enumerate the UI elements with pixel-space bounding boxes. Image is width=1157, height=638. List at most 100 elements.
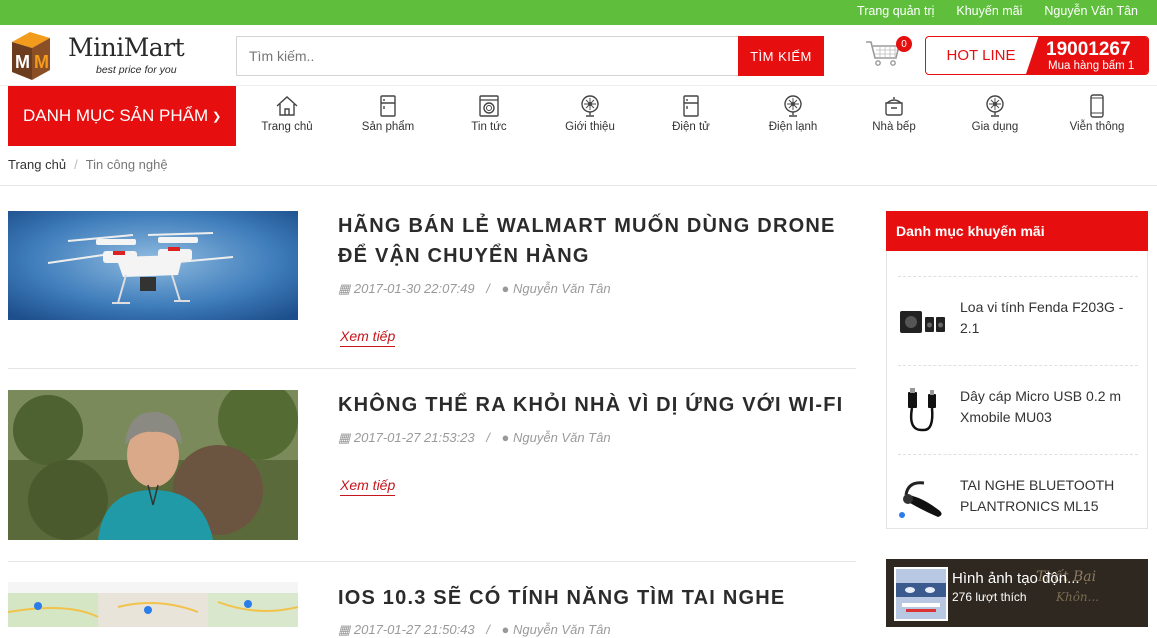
article-title[interactable]: KHÔNG THỂ RA KHỎI NHÀ VÌ DỊ ỨNG VỚI WI-F… — [338, 390, 848, 420]
article-title[interactable]: IOS 10.3 SẼ CÓ TÍNH NĂNG TÌM TAI NGHE — [338, 583, 848, 613]
nav-item-label: Nhà bếp — [872, 121, 916, 133]
cart-count-badge: 0 — [896, 36, 912, 52]
promo-item-name: Loa vi tính Fenda F203G - 2.1 — [960, 299, 1124, 336]
fan-icon — [986, 95, 1004, 117]
fan-icon — [784, 95, 802, 117]
article-title[interactable]: HÃNG BÁN LẺ WALMART MUỐN DÙNG DRONE ĐỂ V… — [338, 211, 848, 271]
read-more-link[interactable]: Xem tiếp — [340, 477, 396, 496]
nav-item-kitchen[interactable]: Nhà bếp — [844, 86, 944, 146]
promo-item[interactable]: Loa vi tính Fenda F203G - 2.1 — [898, 276, 1138, 365]
map-screenshot-image — [8, 582, 298, 627]
nav-item-electronics[interactable]: Điện tử — [641, 86, 741, 146]
fan-icon — [581, 95, 599, 117]
article-item: KHÔNG THỂ RA KHỎI NHÀ VÌ DỊ ỨNG VỚI WI-F… — [8, 390, 856, 540]
user-icon: ● — [501, 622, 510, 637]
breadcrumb-home[interactable]: Trang chủ — [8, 157, 66, 172]
home-icon — [276, 96, 298, 116]
meta-separator: / — [486, 281, 490, 296]
promotion-link[interactable]: Khuyến mãi — [956, 4, 1022, 18]
nav-item-products[interactable]: Sản phẩm — [338, 86, 438, 146]
fridge-icon — [380, 95, 396, 117]
logo-tagline: best price for you — [96, 64, 177, 76]
cart-button[interactable]: 0 — [864, 36, 914, 70]
user-link[interactable]: Nguyễn Văn Tân — [1044, 4, 1138, 18]
user-icon: ● — [501, 430, 510, 445]
article-item: HÃNG BÁN LẺ WALMART MUỐN DÙNG DRONE ĐỂ V… — [8, 211, 856, 347]
nav-item-cooling[interactable]: Điện lạnh — [743, 86, 843, 146]
search-input[interactable] — [237, 37, 739, 75]
article-thumbnail[interactable] — [8, 582, 298, 627]
bluetooth-headset-image — [899, 481, 942, 518]
article-meta: ▦ 2017-01-30 22:07:49 / ● Nguyễn Văn Tân — [338, 281, 611, 297]
speaker-image — [900, 311, 945, 333]
article-date: 2017-01-27 21:53:23 — [353, 430, 475, 445]
nav-item-home[interactable]: Trang chủ — [237, 86, 337, 146]
logo-mark-icon: M M — [12, 32, 50, 80]
phone-icon — [1090, 94, 1104, 118]
nav-item-label: Điện lạnh — [768, 121, 818, 133]
nav-item-label: Gia dụng — [971, 121, 1019, 133]
nav-item-label: Sản phẩm — [361, 121, 415, 133]
chevron-down-icon: ❯ — [212, 110, 222, 123]
category-menu-button[interactable]: DANH MỤC SẢN PHẨM ❯ — [8, 86, 236, 146]
article-divider — [8, 561, 856, 562]
rice-cooker-icon — [885, 97, 903, 116]
nav-item-label: Giới thiệu — [565, 121, 615, 133]
fb-page-avatar — [894, 567, 948, 621]
washing-machine-icon — [479, 95, 499, 117]
nav-item-label: Viễn thông — [1069, 121, 1125, 133]
breadcrumb-current: Tin công nghệ — [85, 157, 168, 172]
site-logo[interactable]: M M MiniMart best price for you — [8, 26, 188, 86]
article-thumbnail[interactable] — [8, 211, 298, 320]
article-author: Nguyễn Văn Tân — [513, 622, 611, 637]
hotline-label: HOT LINE — [946, 47, 1016, 64]
promo-item[interactable]: Dây cáp Micro USB 0.2 m Xmobile MU03 — [898, 365, 1138, 454]
search-button[interactable]: TÌM KIẾM — [738, 36, 824, 76]
hotline-box[interactable]: HOT LINE 19001267 Mua hàng bấm 1 — [925, 36, 1149, 75]
woman-photo-image — [8, 390, 298, 540]
calendar-icon: ▦ — [338, 430, 351, 445]
logo-brand: MiniMart — [68, 33, 185, 62]
article-meta: ▦ 2017-01-27 21:50:43 / ● Nguyễn Văn Tân — [338, 622, 611, 638]
promo-title: Danh mục khuyến mãi — [886, 211, 1148, 251]
article-divider — [8, 368, 856, 369]
meta-separator: / — [486, 622, 490, 637]
admin-link[interactable]: Trang quản trị — [857, 4, 934, 18]
nav-item-household[interactable]: Gia dụng — [945, 86, 1045, 146]
nav-item-about[interactable]: Giới thiệu — [540, 86, 640, 146]
facebook-page-widget[interactable]: Thất Bại Khôn... Hình ảnh tạo độn... 276… — [886, 559, 1148, 627]
main-nav: Trang chủ Sản phẩm Tin tức Giới thiệu Đi… — [236, 86, 1149, 146]
category-menu-label: DANH MỤC SẢN PHẨM — [23, 106, 209, 125]
usb-cable-image — [908, 388, 936, 432]
nav-item-label: Tin tức — [471, 121, 507, 133]
nav-item-news[interactable]: Tin tức — [439, 86, 539, 146]
breadcrumb: Trang chủ / Tin công nghệ — [8, 157, 168, 172]
article-meta: ▦ 2017-01-27 21:53:23 / ● Nguyễn Văn Tân — [338, 430, 611, 446]
drone-image — [8, 211, 298, 320]
read-more-link[interactable]: Xem tiếp — [340, 328, 396, 347]
promo-item-name: Dây cáp Micro USB 0.2 m Xmobile MU03 — [960, 388, 1122, 425]
breadcrumb-separator: / — [74, 157, 78, 172]
article-date: 2017-01-27 21:50:43 — [353, 622, 475, 637]
nav-item-telecom[interactable]: Viễn thông — [1047, 86, 1147, 146]
calendar-icon: ▦ — [338, 622, 351, 637]
search-bar: TÌM KIẾM — [236, 36, 824, 76]
article-date: 2017-01-30 22:07:49 — [353, 281, 475, 296]
promo-item[interactable]: TAI NGHE BLUETOOTH PLANTRONICS ML15 — [898, 454, 1138, 543]
fridge-icon — [683, 95, 699, 117]
fb-page-title: Hình ảnh tạo độn... — [952, 570, 1080, 587]
svg-text:M: M — [15, 52, 30, 72]
nav-item-label: Điện tử — [672, 121, 710, 133]
svg-text:Khôn...: Khôn... — [1055, 590, 1099, 604]
promo-sidebar: Danh mục khuyến mãi Loa vi tính Fenda F2… — [886, 211, 1148, 529]
hotline-number: 19001267 — [1046, 39, 1131, 60]
article-author: Nguyễn Văn Tân — [513, 281, 611, 296]
article-author: Nguyễn Văn Tân — [513, 430, 611, 445]
nav-item-label: Trang chủ — [261, 121, 313, 133]
user-icon: ● — [501, 281, 510, 296]
calendar-icon: ▦ — [338, 281, 351, 296]
svg-text:M: M — [34, 52, 49, 72]
hotline-subtext: Mua hàng bấm 1 — [1048, 60, 1135, 72]
top-bar: Trang quản trị Khuyến mãi Nguyễn Văn Tân — [0, 0, 1157, 25]
article-thumbnail[interactable] — [8, 390, 298, 540]
